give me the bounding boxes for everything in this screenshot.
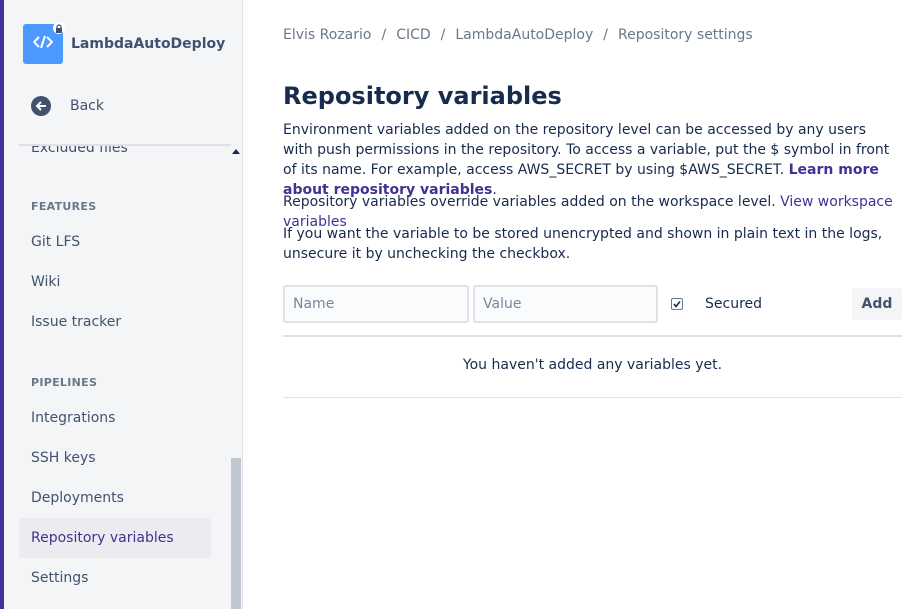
- sidebar-item-label: SSH keys: [31, 450, 96, 466]
- breadcrumb-item-workspace[interactable]: Elvis Rozario: [283, 27, 371, 43]
- back-button[interactable]: Back: [31, 96, 104, 116]
- secured-toggle[interactable]: Secured: [671, 285, 762, 323]
- sidebar-item-excluded-files[interactable]: Excluded files: [19, 146, 211, 168]
- sidebar-item-git-lfs[interactable]: Git LFS: [19, 222, 211, 262]
- repo-header[interactable]: LambdaAutoDeploy: [23, 22, 226, 64]
- value-input[interactable]: [473, 285, 658, 323]
- breadcrumb-item-project[interactable]: CICD: [396, 27, 430, 43]
- scrollbar-thumb[interactable]: [231, 458, 241, 609]
- name-input[interactable]: [283, 285, 469, 323]
- breadcrumb-separator: /: [603, 27, 608, 43]
- override-text: Repository variables override variables …: [283, 194, 776, 210]
- sidebar-item-label: Excluded files: [31, 146, 128, 156]
- repo-name: LambdaAutoDeploy: [71, 36, 226, 52]
- sidebar-item-label: Wiki: [31, 274, 61, 290]
- add-button[interactable]: Add: [852, 288, 902, 320]
- sidebar: LambdaAutoDeploy Back Excluded files FEA…: [4, 0, 243, 609]
- breadcrumb: Elvis Rozario / CICD / LambdaAutoDeploy …: [283, 27, 753, 43]
- page-title: Repository variables: [283, 82, 562, 110]
- back-label: Back: [70, 98, 104, 114]
- sidebar-item-label: Deployments: [31, 490, 124, 506]
- section-title-features: FEATURES: [31, 200, 97, 213]
- sidebar-nav: Excluded files FEATURES Git LFS Wiki Iss…: [4, 146, 230, 609]
- checkmark-icon: [673, 301, 681, 308]
- sidebar-item-label: Git LFS: [31, 234, 81, 250]
- scroll-up-arrow-icon[interactable]: [232, 149, 240, 154]
- repo-avatar: [23, 22, 65, 64]
- table-divider: [283, 397, 902, 398]
- secured-checkbox[interactable]: [671, 298, 683, 310]
- sidebar-item-deployments[interactable]: Deployments: [19, 478, 211, 518]
- unsecure-paragraph: If you want the variable to be stored un…: [283, 226, 883, 262]
- sidebar-item-issue-tracker[interactable]: Issue tracker: [19, 302, 211, 342]
- main-content: Elvis Rozario / CICD / LambdaAutoDeploy …: [283, 0, 903, 609]
- breadcrumb-separator: /: [381, 27, 387, 43]
- section-title-pipelines: PIPELINES: [31, 376, 98, 389]
- intro-paragraph: Environment variables added on the repos…: [283, 120, 895, 200]
- sidebar-item-ssh-keys[interactable]: SSH keys: [19, 438, 211, 478]
- table-divider: [283, 335, 902, 337]
- lock-icon: [53, 22, 65, 34]
- sidebar-item-label: Repository variables: [31, 530, 174, 546]
- breadcrumb-separator: /: [440, 27, 446, 43]
- breadcrumb-item-settings[interactable]: Repository settings: [618, 27, 753, 43]
- code-icon: [32, 34, 54, 54]
- breadcrumb-item-repo[interactable]: LambdaAutoDeploy: [455, 27, 593, 43]
- sidebar-item-settings[interactable]: Settings: [19, 558, 211, 598]
- sidebar-item-label: Settings: [31, 570, 89, 586]
- add-variable-form: Secured Add: [283, 285, 903, 323]
- sidebar-item-label: Integrations: [31, 410, 116, 426]
- back-arrow-icon: [31, 96, 51, 116]
- sidebar-item-wiki[interactable]: Wiki: [19, 262, 211, 302]
- sidebar-item-label: Issue tracker: [31, 314, 122, 330]
- secured-label: Secured: [705, 296, 763, 312]
- empty-state-message: You haven't added any variables yet.: [462, 357, 723, 373]
- sidebar-item-repository-variables[interactable]: Repository variables: [19, 518, 211, 558]
- sidebar-item-integrations[interactable]: Integrations: [19, 398, 211, 438]
